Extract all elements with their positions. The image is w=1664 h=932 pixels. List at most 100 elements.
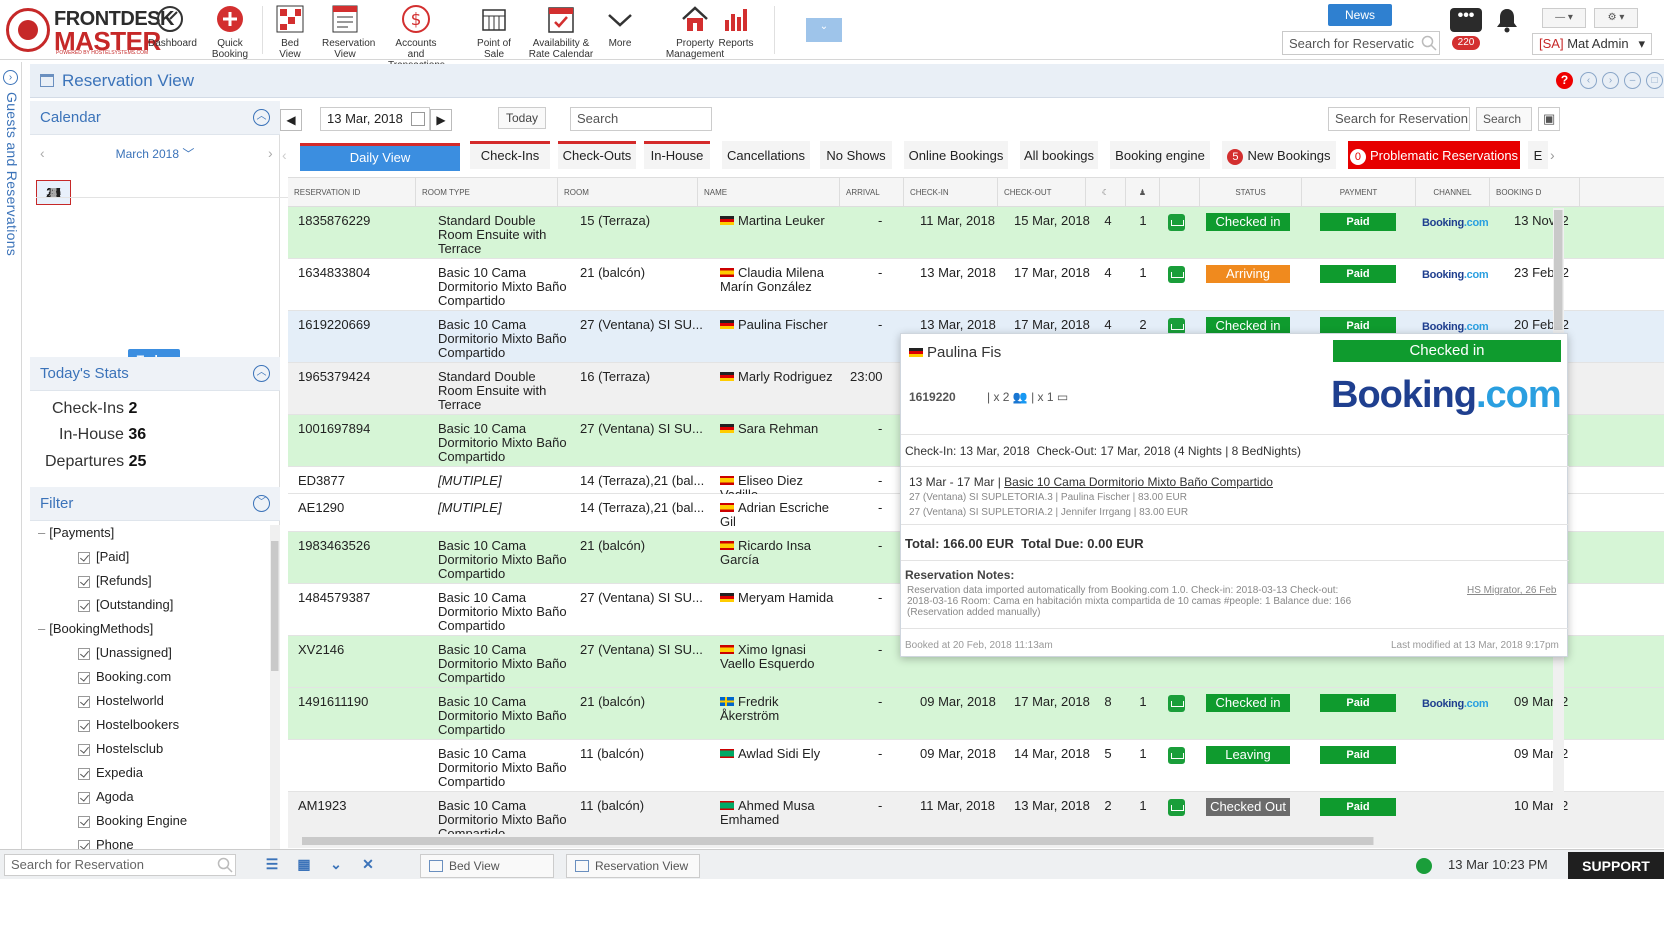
minimize-icon[interactable]: – [1624, 72, 1641, 89]
bed-icon[interactable] [1168, 214, 1185, 231]
filter-item[interactable]: [Paid] [38, 545, 260, 569]
reservation-search-input[interactable]: Search for Reservation [1328, 107, 1470, 131]
filter-item[interactable]: – [BookingMethods] [38, 617, 260, 641]
cell-name[interactable]: Fredrik Åkerström [720, 695, 840, 723]
checkbox-checked[interactable] [78, 767, 90, 780]
column-header[interactable]: BOOKING D [1490, 178, 1580, 208]
calendar-day[interactable]: 7 [36, 180, 71, 205]
checkbox-checked[interactable] [78, 791, 90, 804]
table-vscroll-thumb[interactable] [1554, 210, 1563, 330]
bottom-tab-bed-view[interactable]: Bed View [420, 854, 554, 878]
toolbar-bed-button[interactable]: Bed View [270, 2, 310, 60]
table-row[interactable]: 1634833804 Basic 10 Cama Dormitorio Mixto… [288, 259, 1664, 311]
column-header[interactable]: STATUS [1200, 178, 1302, 208]
toolbar-quick-button[interactable]: Quick Booking [208, 2, 252, 60]
cell-name[interactable]: Ximo Ignasi Vaello Esquerdo [720, 643, 840, 671]
chevron-up-icon[interactable]: ︿ [253, 365, 270, 382]
column-header[interactable]: NAME [698, 178, 840, 208]
tab-check-ins[interactable]: Check-Ins [470, 141, 550, 169]
tab-booking-engine[interactable]: Booking engine [1110, 141, 1210, 169]
table-row[interactable]: 1491611190 Basic 10 Cama Dormitorio Mixto… [288, 688, 1664, 740]
chat-icon[interactable]: ••• [1450, 8, 1482, 32]
search-button[interactable]: Search [1476, 107, 1532, 131]
checkbox-checked[interactable] [78, 815, 90, 828]
checkbox-checked[interactable] [78, 551, 90, 564]
toolbar-dropdown-button[interactable]: ⌄ [806, 18, 842, 42]
column-header[interactable]: ROOM TYPE [416, 178, 558, 208]
bed-icon[interactable] [1168, 695, 1185, 712]
toolbar-reports-button[interactable]: Reports [716, 2, 756, 60]
filter-item[interactable]: Hostelsclub [38, 737, 260, 761]
table-row[interactable]: Basic 10 Cama Dormitorio Mixto Baño Comp… [288, 740, 1664, 792]
filter-scrollbar[interactable] [270, 525, 280, 901]
cell-name[interactable]: Paulina Fischer [720, 318, 840, 332]
top-search-input[interactable]: Search for Reservatic [1282, 31, 1440, 55]
prev-day-button[interactable]: ◀ [280, 109, 302, 131]
tree-toggle-icon[interactable]: – [38, 621, 45, 636]
cell-name[interactable]: Ahmed Musa Emhamed [720, 799, 840, 827]
settings-select[interactable]: ⚙ ▾ [1594, 8, 1638, 28]
cell-name[interactable]: Martina Leuker [720, 214, 840, 228]
popup-notes-author[interactable]: HS Migrator, 26 Feb [1467, 585, 1556, 596]
tree-toggle-icon[interactable]: – [38, 525, 45, 540]
toolbar-avail-button[interactable]: Availability & Rate Calendar [528, 2, 594, 60]
column-header[interactable]: RESERVATION ID [288, 178, 416, 208]
filter-item[interactable]: Hostelbookers [38, 713, 260, 737]
tab-daily-view[interactable]: Daily View [300, 143, 460, 171]
tab-all-bookings[interactable]: All bookings [1020, 141, 1098, 169]
checkbox-checked[interactable] [78, 647, 90, 660]
cell-name[interactable]: Adrian Escriche Gil [720, 501, 840, 529]
filter-item[interactable]: [Refunds] [38, 569, 260, 593]
toolbar-more-button[interactable]: More [600, 2, 640, 60]
filter-item[interactable]: [Unassigned] [38, 641, 260, 665]
chevron-right-icon[interactable]: › [3, 70, 18, 85]
column-header[interactable]: CHECK-OUT [998, 178, 1086, 208]
bottom-search-input[interactable]: Search for Reservation [4, 854, 236, 876]
checkbox-checked[interactable] [78, 719, 90, 732]
cell-name[interactable]: Claudia Milena Marín González [720, 266, 840, 294]
calendar-section-header[interactable]: Calendar ︿ [30, 101, 280, 135]
table-row[interactable]: 1835876229 Standard Double Room Ensuite w… [288, 207, 1664, 259]
tab-cancellations[interactable]: Cancellations [722, 141, 810, 169]
filter-section-header[interactable]: Filter ﹀ [30, 487, 280, 521]
frontdesk-master-logo[interactable]: FRONTDESK MASTER POWERED BY HOSTELSYSTEM… [4, 4, 174, 56]
guests-reservations-side-tab[interactable]: › Guests and Reservations [0, 62, 22, 900]
forward-icon[interactable]: › [1602, 72, 1619, 89]
date-input[interactable]: 13 Mar, 2018 [320, 107, 430, 131]
collapse-icon[interactable]: ⌄ [328, 856, 344, 872]
checkbox-checked[interactable] [78, 695, 90, 708]
chevron-down-icon[interactable]: ﹀ [253, 495, 270, 512]
chevron-up-icon[interactable]: ︿ [253, 109, 270, 126]
calendar-month-select[interactable]: March 2018 ﹀ [30, 145, 280, 162]
cell-name[interactable]: Marly Rodriguez [720, 370, 840, 384]
today-button[interactable]: Today [498, 107, 546, 129]
next-day-button[interactable]: ▶ [430, 109, 452, 131]
filter-scroll-thumb[interactable] [271, 541, 279, 671]
search-input[interactable]: Search [570, 107, 712, 131]
filter-item[interactable]: – [Payments] [38, 521, 260, 545]
cell-name[interactable]: Awlad Sidi Ely [720, 747, 840, 761]
tab-problematic-reservations[interactable]: 0 Problematic Reservations [1348, 141, 1520, 169]
bed-icon[interactable] [1168, 747, 1185, 764]
admin-user-menu[interactable]: [SA] Mat Admin ▾ [1532, 33, 1652, 55]
maximize-icon[interactable]: □ [1646, 72, 1663, 89]
column-header[interactable]: ARRIVAL [840, 178, 904, 208]
back-icon[interactable]: ‹ [1580, 72, 1597, 89]
cell-name[interactable]: Ricardo Insa García [720, 539, 840, 567]
tab-online-bookings[interactable]: Online Bookings [904, 141, 1008, 169]
toolbar-acct-button[interactable]: $Accounts and Transactions [388, 2, 445, 71]
grid-view-icon[interactable]: ▦ [296, 856, 312, 872]
next-month-icon[interactable]: › [268, 145, 273, 161]
bottom-tab-reservation-view[interactable]: Reservation View [566, 854, 700, 878]
bed-icon[interactable] [1168, 266, 1185, 283]
column-header[interactable]: ☾ [1086, 178, 1126, 208]
calendar-icon[interactable] [411, 112, 425, 126]
column-header[interactable]: CHANNEL [1416, 178, 1490, 208]
column-header[interactable]: ♟ [1126, 178, 1160, 208]
filter-item[interactable]: Booking.com [38, 665, 260, 689]
toolbar-resv-button[interactable]: Reservation View [322, 2, 375, 60]
filter-item[interactable]: Hostelworld [38, 689, 260, 713]
tab-e[interactable]: E [1528, 141, 1548, 169]
close-all-icon[interactable]: ✕ [360, 856, 376, 872]
table-hscroll-thumb[interactable] [302, 837, 1374, 845]
